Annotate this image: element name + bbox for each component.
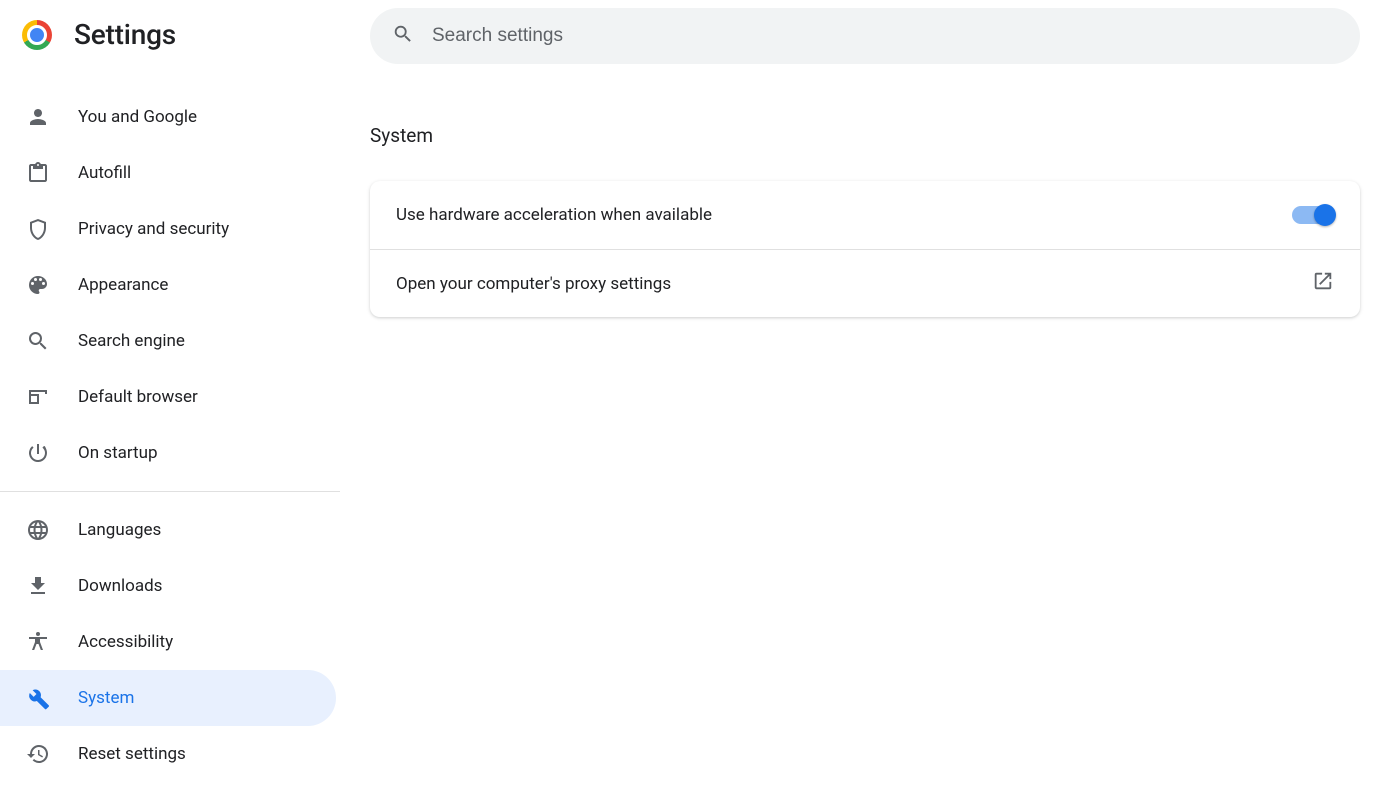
- system-settings-card: Use hardware acceleration when available…: [370, 181, 1360, 317]
- sidebar-item-label: Languages: [78, 520, 161, 540]
- history-icon: [26, 742, 50, 766]
- accessibility-icon: [26, 630, 50, 654]
- sidebar-item-label: Downloads: [78, 576, 162, 596]
- sidebar-item-autofill[interactable]: Autofill: [0, 145, 336, 201]
- sidebar-item-on-startup[interactable]: On startup: [0, 425, 336, 481]
- sidebar-item-search-engine[interactable]: Search engine: [0, 313, 336, 369]
- sidebar-item-label: System: [78, 688, 134, 708]
- sidebar-item-label: Autofill: [78, 163, 131, 183]
- sidebar-item-label: Privacy and security: [78, 219, 229, 239]
- hardware-acceleration-label: Use hardware acceleration when available: [396, 205, 712, 225]
- brand-header: Settings: [0, 14, 340, 59]
- sidebar-item-label: You and Google: [78, 107, 197, 127]
- sidebar-item-label: On startup: [78, 443, 158, 463]
- sidebar-item-privacy[interactable]: Privacy and security: [0, 201, 336, 257]
- shield-icon: [26, 217, 50, 241]
- hardware-acceleration-row[interactable]: Use hardware acceleration when available: [370, 181, 1360, 249]
- download-icon: [26, 574, 50, 598]
- search-settings-input[interactable]: [432, 25, 1338, 47]
- clipboard-icon: [26, 161, 50, 185]
- wrench-icon: [26, 686, 50, 710]
- sidebar-item-label: Reset settings: [78, 744, 186, 764]
- palette-icon: [26, 273, 50, 297]
- section-title: System: [370, 124, 1360, 147]
- proxy-settings-label: Open your computer's proxy settings: [396, 274, 671, 294]
- sidebar-item-system[interactable]: System: [0, 670, 336, 726]
- sidebar-item-label: Appearance: [78, 275, 168, 295]
- sidebar-item-downloads[interactable]: Downloads: [0, 558, 336, 614]
- power-icon: [26, 441, 50, 465]
- nav-divider: [0, 491, 340, 492]
- sidebar-item-label: Default browser: [78, 387, 198, 407]
- proxy-settings-row[interactable]: Open your computer's proxy settings: [370, 249, 1360, 317]
- sidebar-item-accessibility[interactable]: Accessibility: [0, 614, 336, 670]
- browser-icon: [26, 385, 50, 409]
- sidebar-item-label: Search engine: [78, 331, 185, 351]
- sidebar-item-default-browser[interactable]: Default browser: [0, 369, 336, 425]
- person-icon: [26, 105, 50, 129]
- globe-icon: [26, 518, 50, 542]
- sidebar-item-reset[interactable]: Reset settings: [0, 726, 336, 782]
- sidebar-item-you-and-google[interactable]: You and Google: [0, 89, 336, 145]
- open-external-icon: [1312, 270, 1334, 297]
- sidebar-nav: You and Google Autofill Privacy and secu…: [0, 89, 340, 782]
- sidebar-item-appearance[interactable]: Appearance: [0, 257, 336, 313]
- chrome-logo-icon: [22, 20, 52, 50]
- sidebar-item-label: Accessibility: [78, 632, 173, 652]
- app-title: Settings: [74, 18, 176, 51]
- search-icon: [26, 329, 50, 353]
- search-settings-bar[interactable]: [370, 8, 1360, 64]
- search-icon: [392, 23, 414, 49]
- sidebar-item-languages[interactable]: Languages: [0, 502, 336, 558]
- hardware-acceleration-toggle[interactable]: [1292, 203, 1334, 227]
